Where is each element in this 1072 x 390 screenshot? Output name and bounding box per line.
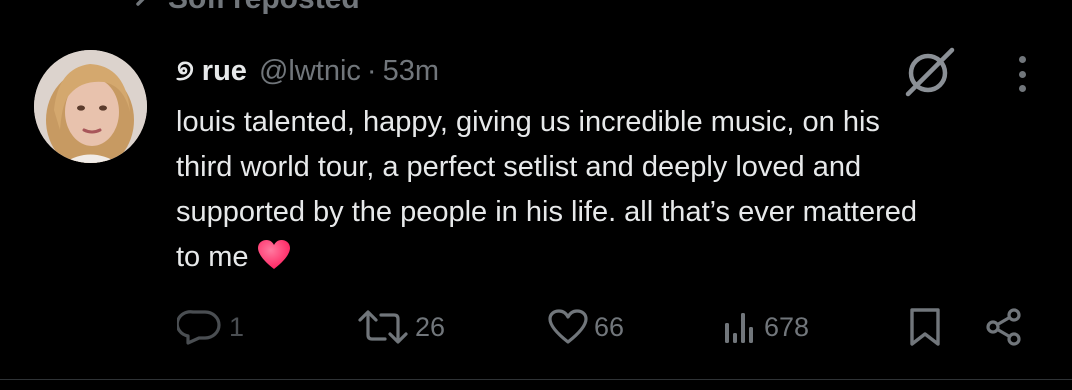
avatar[interactable] <box>34 50 147 163</box>
share-button[interactable] <box>984 305 1024 349</box>
bottom-divider <box>0 379 1072 380</box>
views-count: 678 <box>764 311 810 342</box>
timestamp[interactable]: 53m <box>383 55 439 88</box>
tweet-actions: 1 26 66 678 <box>0 305 1072 349</box>
more-dot <box>1018 56 1026 63</box>
bookmark-icon <box>908 307 942 347</box>
reply-count: 1 <box>229 311 245 342</box>
repost-context-icon <box>108 0 148 12</box>
bookmark-button[interactable] <box>908 305 942 349</box>
more-dot <box>1018 85 1026 92</box>
tweet-header: ୭ rue @lwtnic · 53m <box>176 52 439 90</box>
tweet-text: louis talented, happy, giving us incredi… <box>176 100 1056 280</box>
display-name[interactable]: ୭ rue <box>176 55 247 88</box>
repost-icon <box>357 309 409 345</box>
repost-count: 26 <box>415 311 446 342</box>
more-dot <box>1018 70 1026 78</box>
grok-icon[interactable] <box>900 42 958 100</box>
share-icon <box>984 307 1024 347</box>
views-button[interactable]: 678 <box>722 305 809 349</box>
repost-context[interactable]: Sofi reposted <box>108 0 360 14</box>
repost-button[interactable]: 26 <box>357 305 445 349</box>
user-handle[interactable]: @lwtnic <box>259 55 361 88</box>
separator-dot: · <box>366 54 377 87</box>
reply-button[interactable]: 1 <box>177 305 244 349</box>
like-count: 66 <box>594 311 625 342</box>
heart-emoji <box>257 239 291 271</box>
views-icon <box>722 309 758 345</box>
like-button[interactable]: 66 <box>548 305 624 349</box>
repost-context-text: Sofi reposted <box>168 0 360 14</box>
heart-icon <box>548 309 588 345</box>
reply-icon <box>177 309 223 345</box>
more-icon[interactable] <box>1008 52 1036 96</box>
